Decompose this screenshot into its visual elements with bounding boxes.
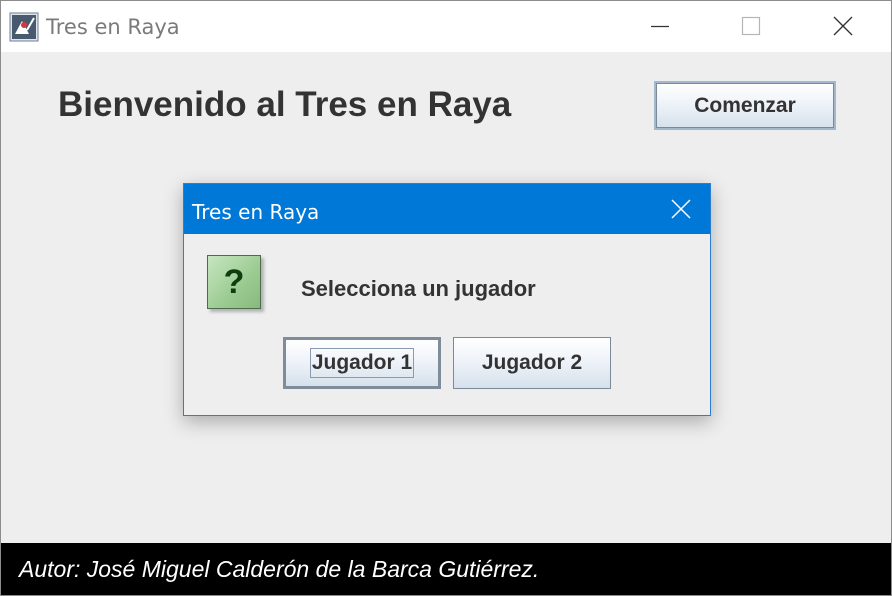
dialog-close-icon[interactable] — [652, 184, 710, 234]
minimize-icon[interactable] — [637, 1, 683, 52]
main-window: Tres en Raya Bienvenido al Tres en Raya … — [0, 0, 892, 596]
player-1-button-label: Jugador 1 — [309, 348, 415, 378]
dialog-title: Tres en Raya — [192, 200, 320, 224]
dialog-message: Selecciona un jugador — [301, 276, 536, 301]
question-icon: ? — [207, 255, 261, 309]
player-1-button[interactable]: Jugador 1 — [283, 337, 441, 389]
maximize-icon[interactable] — [728, 1, 774, 52]
welcome-heading: Bienvenido al Tres en Raya — [58, 85, 512, 124]
close-icon[interactable] — [820, 1, 866, 52]
author-footer: Autor: José Miguel Calderón de la Barca … — [1, 543, 891, 595]
java-duke-icon — [9, 12, 39, 42]
author-text: Autor: José Miguel Calderón de la Barca … — [19, 556, 540, 582]
dialog-titlebar[interactable]: Tres en Raya — [184, 184, 710, 234]
player-2-button[interactable]: Jugador 2 — [453, 337, 611, 389]
window-titlebar[interactable]: Tres en Raya — [1, 1, 891, 52]
window-title: Tres en Raya — [46, 15, 180, 39]
start-button[interactable]: Comenzar — [654, 81, 836, 130]
player-select-dialog: Tres en Raya ? Selecciona un jugador Jug… — [183, 183, 711, 416]
